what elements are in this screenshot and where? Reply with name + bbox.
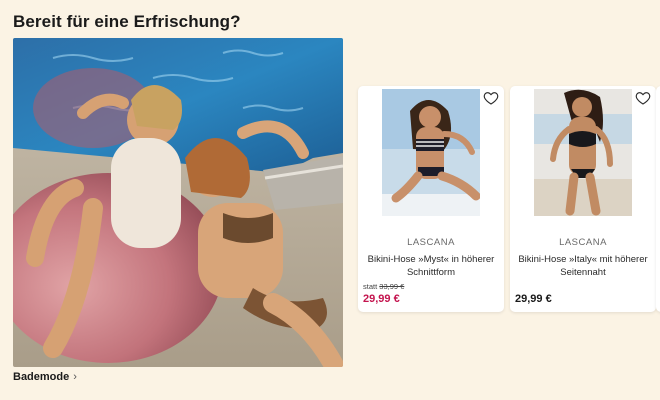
old-price-prefix: statt xyxy=(363,282,378,291)
price: 29,99 € xyxy=(515,293,552,305)
sale-price: 29,99 € xyxy=(363,293,400,305)
old-price: statt 33,99 € xyxy=(363,282,404,291)
hero-image[interactable] xyxy=(13,38,343,367)
product-brand: LASCANA xyxy=(407,237,455,248)
product-image[interactable] xyxy=(534,89,632,216)
heart-outline-icon[interactable] xyxy=(483,90,499,106)
category-link-bademode[interactable]: Bademode › xyxy=(13,371,77,383)
product-name: Bikini-Hose »Italy« mit höherer Seitenna… xyxy=(518,254,648,278)
product-name: Bikini-Hose »Myst« in höherer Schnittfor… xyxy=(367,254,495,278)
product-image[interactable] xyxy=(382,89,480,216)
product-card[interactable]: LASCANA Bikini-Hose »Myst« in höherer Sc… xyxy=(358,86,504,312)
category-link-label: Bademode xyxy=(13,371,70,383)
section-title: Bereit für eine Erfrischung? xyxy=(13,12,241,31)
product-teaser-section: Bereit für eine Erfrischung? Bademode › … xyxy=(0,0,660,400)
product-card-next-partial[interactable] xyxy=(656,86,660,312)
heart-outline-icon[interactable] xyxy=(635,90,651,106)
old-price-value: 33,99 € xyxy=(379,282,405,291)
product-brand: LASCANA xyxy=(559,237,607,248)
product-card[interactable]: LASCANA Bikini-Hose »Italy« mit höherer … xyxy=(510,86,656,312)
chevron-right-icon: › xyxy=(73,371,77,383)
